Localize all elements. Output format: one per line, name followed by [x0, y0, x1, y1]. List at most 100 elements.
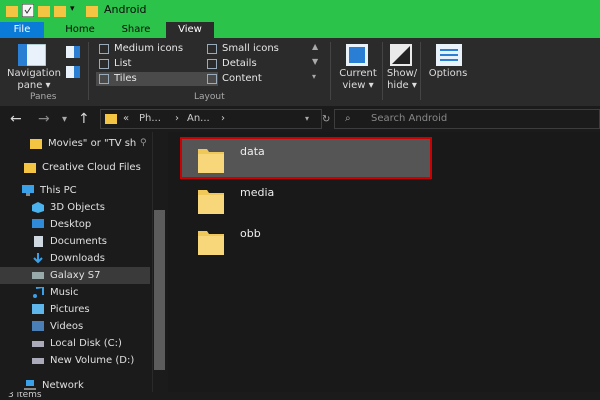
ribbon-tabs: File Home Share View — [0, 22, 600, 38]
medium-icons-icon — [99, 44, 109, 54]
drive-icon — [32, 358, 44, 364]
show-hide-icon[interactable] — [390, 44, 412, 66]
folder-icon — [6, 6, 18, 17]
tab-home[interactable]: Home — [60, 22, 100, 38]
options-icon[interactable] — [436, 44, 462, 66]
layout-scroll-down-icon[interactable]: ▼ — [312, 57, 318, 66]
folder-tile-obb[interactable]: obb — [182, 221, 430, 259]
drive-icon — [32, 341, 44, 347]
current-view-button[interactable]: Current view ▾ — [336, 68, 380, 92]
layout-small-icons[interactable]: Small icons — [204, 42, 322, 56]
path-chevron-icon[interactable]: › — [221, 110, 225, 128]
search-placeholder: Search Android — [371, 113, 448, 124]
sidebar-item-videos[interactable]: Videos — [0, 318, 150, 335]
pin-icon: ⚲ — [140, 138, 147, 148]
search-input[interactable]: ⌕ Search Android — [334, 109, 600, 129]
sidebar-item-movies[interactable]: Movies" or "TV sh ⚲ — [0, 135, 150, 152]
customize-quick-access-icon[interactable]: ▾ — [70, 4, 75, 14]
status-bar: 3 items — [0, 392, 600, 400]
path-overflow[interactable]: « — [123, 110, 129, 128]
music-icon — [33, 287, 44, 298]
navigation-pane-icon[interactable] — [18, 44, 46, 66]
layout-scroll-up-icon[interactable]: ▲ — [312, 42, 318, 51]
new-folder-icon[interactable] — [54, 4, 66, 17]
sidebar-item-desktop[interactable]: Desktop — [0, 216, 150, 233]
small-icons-icon — [207, 44, 217, 54]
folder-tile-data[interactable]: data — [180, 137, 432, 179]
up-arrow-icon[interactable]: ↑ — [78, 111, 90, 127]
show-hide-button[interactable]: Show/ hide ▾ — [384, 68, 420, 92]
scrollbar-thumb[interactable] — [154, 210, 165, 370]
layout-content[interactable]: Content — [204, 72, 322, 86]
ribbon-separator — [382, 42, 383, 100]
layout-details[interactable]: Details — [204, 57, 322, 71]
preview-pane-icon[interactable] — [66, 46, 80, 58]
options-button[interactable]: Options — [424, 68, 472, 80]
address-box[interactable]: « Ph... › An... › ▾ — [100, 109, 322, 129]
sidebar-item-music[interactable]: Music — [0, 284, 150, 301]
cloud-folder-icon — [24, 163, 36, 173]
folder-icon — [198, 149, 224, 173]
list-icon — [99, 59, 109, 69]
address-bar-row: ← → ▾ ↑ « Ph... › An... › ▾ ↻ ⌕ Search A… — [0, 106, 600, 132]
sidebar-item-documents[interactable]: Documents — [0, 233, 150, 250]
folder-icon — [198, 190, 224, 214]
sidebar-item-pictures[interactable]: Pictures — [0, 301, 150, 318]
folder-icon — [86, 6, 98, 17]
content-icon — [207, 74, 217, 84]
sidebar-item-local-disk-c[interactable]: Local Disk (C:) — [0, 335, 150, 352]
folder-icon[interactable] — [38, 4, 50, 17]
details-pane-icon[interactable] — [66, 66, 80, 78]
tab-view[interactable]: View — [166, 22, 214, 38]
window-title: Android — [104, 3, 147, 16]
sidebar-item-this-pc[interactable]: This PC — [0, 182, 150, 199]
layout-list[interactable]: List — [96, 57, 214, 71]
tab-share[interactable]: Share — [114, 22, 158, 38]
navigation-pane-button[interactable]: Navigation pane ▾ — [6, 68, 62, 92]
tiles-icon — [99, 74, 109, 84]
network-icon — [24, 380, 36, 390]
sidebar-item-creative-cloud[interactable]: Creative Cloud Files — [0, 159, 150, 176]
ribbon-separator — [330, 42, 331, 100]
details-icon — [207, 59, 217, 69]
pictures-icon — [32, 304, 44, 314]
navigation-pane: Movies" or "TV sh ⚲ Creative Cloud Files… — [0, 132, 152, 392]
folder-tile-media[interactable]: media — [182, 180, 430, 218]
file-list: data media obb — [168, 132, 600, 392]
layout-medium-icons[interactable]: Medium icons — [96, 42, 214, 56]
layout-expand-icon[interactable]: ▾ — [312, 72, 316, 81]
sidebar-scrollbar[interactable] — [152, 132, 167, 392]
sidebar-item-new-volume-d[interactable]: New Volume (D:) — [0, 352, 150, 369]
forward-arrow-icon[interactable]: → — [38, 111, 50, 127]
sidebar-item-downloads[interactable]: Downloads — [0, 250, 150, 267]
tab-file[interactable]: File — [0, 22, 44, 38]
path-segment-android[interactable]: An... — [187, 110, 210, 128]
path-chevron-icon[interactable]: › — [175, 110, 179, 128]
item-count: 3 items — [8, 392, 42, 400]
ribbon: Navigation pane ▾ Panes Medium icons Lis… — [0, 38, 600, 107]
cube-icon — [32, 202, 44, 213]
folder-icon — [198, 231, 224, 255]
download-icon — [33, 253, 43, 264]
current-view-icon[interactable] — [346, 44, 368, 66]
phone-icon — [32, 272, 44, 279]
refresh-icon[interactable]: ↻ — [322, 114, 330, 125]
layout-tiles[interactable]: Tiles — [96, 72, 218, 86]
recent-locations-chevron-icon[interactable]: ▾ — [62, 114, 67, 125]
ribbon-separator — [88, 42, 89, 100]
folder-icon — [30, 139, 42, 149]
panes-group-label: Panes — [30, 92, 57, 102]
path-segment-phone[interactable]: Ph... — [139, 110, 161, 128]
documents-icon — [34, 236, 43, 247]
computer-icon — [22, 185, 34, 196]
sidebar-item-3d-objects[interactable]: 3D Objects — [0, 199, 150, 216]
back-arrow-icon[interactable]: ← — [10, 111, 22, 127]
desktop-icon — [32, 219, 44, 228]
folder-name: obb — [240, 227, 261, 240]
save-icon[interactable] — [22, 4, 34, 17]
layout-group-label: Layout — [194, 92, 225, 102]
sidebar-item-galaxy-s7[interactable]: Galaxy S7 — [0, 267, 150, 284]
videos-icon — [32, 321, 44, 331]
address-dropdown-icon[interactable]: ▾ — [305, 110, 309, 128]
search-icon: ⌕ — [345, 113, 351, 124]
